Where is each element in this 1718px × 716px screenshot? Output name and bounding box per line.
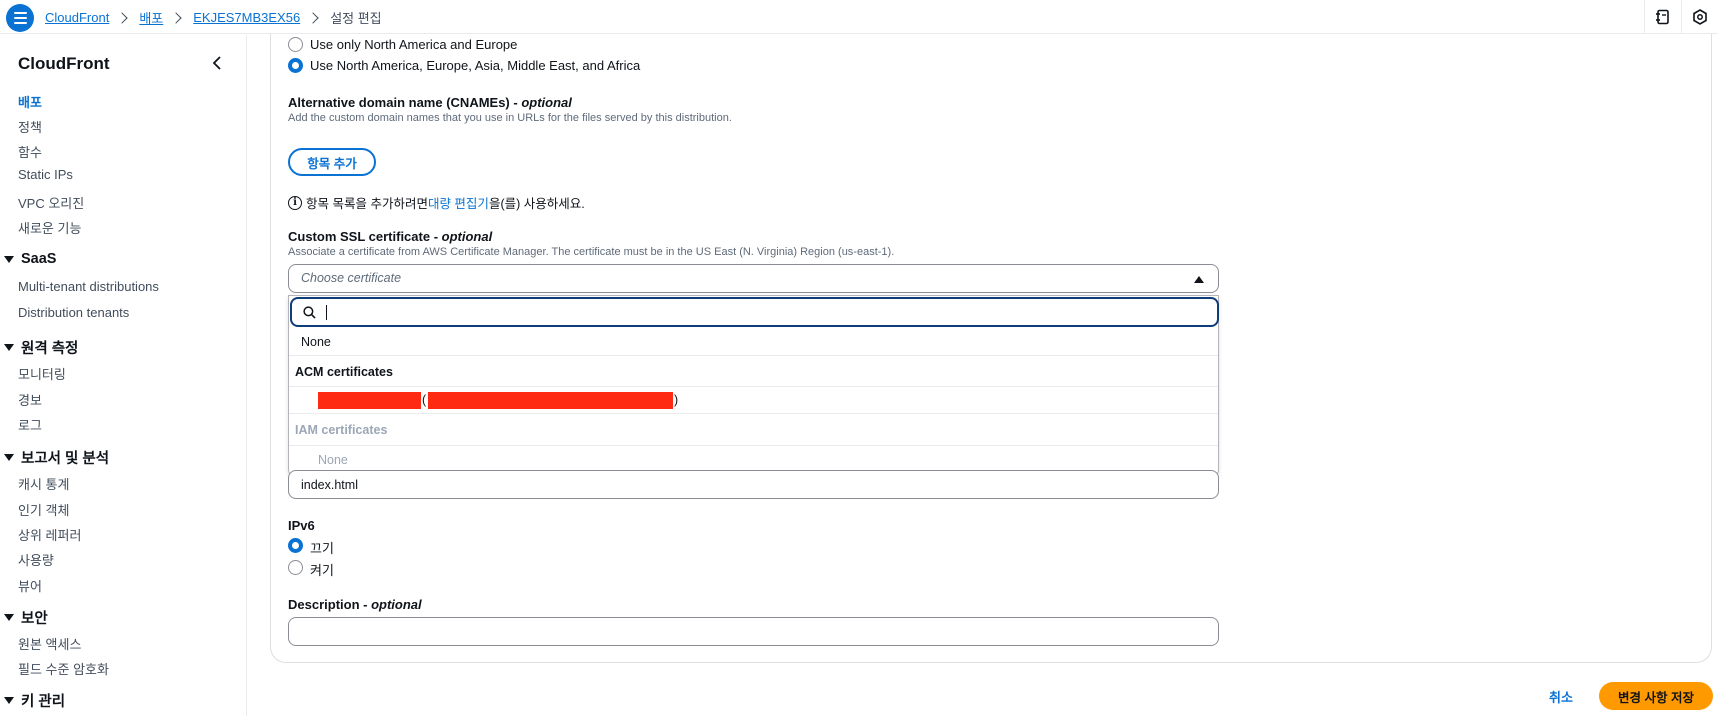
sidebar-item-origin-access[interactable]: 원본 액세스 — [18, 634, 81, 653]
description-input[interactable] — [288, 617, 1219, 646]
option-none[interactable]: None — [289, 329, 1218, 356]
ssl-description: Associate a certificate from AWS Certifi… — [288, 246, 895, 258]
caret-down-icon — [4, 614, 14, 621]
cname-label: Alternative domain name (CNAMEs) - optio… — [288, 95, 572, 110]
sidebar-item-usage[interactable]: 사용량 — [18, 550, 54, 569]
price-class-radio-extended[interactable] — [288, 58, 303, 73]
caret-down-icon — [4, 255, 14, 263]
ssl-certificate-dropdown: None ACM certificates ( ) IAM certificat… — [288, 295, 1219, 476]
caret-down-icon — [4, 454, 14, 461]
top-toolbar-icons — [1644, 0, 1718, 34]
ssl-label: Custom SSL certificate - optional — [288, 229, 493, 244]
sidebar-item-monitoring[interactable]: 모니터링 — [18, 364, 66, 383]
sidebar-item-static-ips[interactable]: Static IPs — [18, 167, 73, 182]
ipv6-off-radio[interactable] — [288, 538, 303, 553]
sidebar-item-vpc-origins[interactable]: VPC 오리진 — [18, 193, 84, 212]
breadcrumb-distributions[interactable]: 배포 — [139, 8, 163, 27]
ipv6-on-radio[interactable] — [288, 560, 303, 575]
ssl-certificate-select[interactable]: Choose certificate — [288, 264, 1219, 293]
chevron-right-icon — [116, 11, 128, 24]
sidebar-item-distributions[interactable]: 배포 — [18, 92, 42, 111]
sidebar-item-multi-tenant[interactable]: Multi-tenant distributions — [18, 279, 159, 294]
save-changes-button[interactable]: 변경 사항 저장 — [1599, 682, 1713, 710]
sidebar-item-field-level-encryption[interactable]: 필드 수준 암호화 — [18, 659, 109, 678]
caret-down-icon — [4, 344, 14, 351]
price-class-radio-na-europe[interactable] — [288, 37, 303, 52]
collapse-sidebar-icon[interactable] — [210, 55, 226, 71]
menu-icon[interactable] — [6, 4, 34, 32]
sidebar-item-popular-objects[interactable]: 인기 객체 — [18, 500, 69, 519]
sidebar-section-saas[interactable]: SaaS — [4, 251, 56, 267]
default-root-object-input[interactable]: index.html — [288, 470, 1219, 499]
sidebar-item-functions[interactable]: 함수 — [18, 142, 42, 161]
top-navigation-bar: CloudFront 배포 EKJES7MB3EX56 설정 편집 — [0, 0, 1718, 34]
price-class-label-na-europe: Use only North America and Europe — [310, 37, 518, 52]
ipv6-label: IPv6 — [288, 518, 315, 533]
certificate-search-input[interactable] — [290, 297, 1219, 327]
sidebar: CloudFront 배포 정책 함수 Static IPs VPC 오리진 새… — [0, 35, 247, 716]
sidebar-item-policies[interactable]: 정책 — [18, 117, 42, 136]
ipv6-on-label: 켜기 — [310, 563, 334, 578]
price-class-label-extended: Use North America, Europe, Asia, Middle … — [310, 58, 641, 73]
sidebar-item-top-referrers[interactable]: 상위 레퍼러 — [18, 525, 81, 544]
bulk-editor-info: i 항목 목록을 추가하려면 대량 편집기 을(를) 사용하세요. — [288, 193, 585, 212]
sidebar-item-viewers[interactable]: 뷰어 — [18, 576, 42, 595]
chevron-right-icon — [170, 11, 182, 24]
breadcrumb-distribution-id[interactable]: EKJES7MB3EX56 — [193, 10, 300, 25]
sidebar-title: CloudFront — [18, 54, 110, 73]
redacted-certificate-name — [318, 392, 421, 409]
bulk-editor-link[interactable]: 대량 편집기 — [428, 193, 489, 212]
search-icon — [303, 306, 316, 319]
option-acm-certificate[interactable]: ( ) — [289, 387, 1218, 414]
settings-hex-icon[interactable] — [1682, 0, 1718, 34]
sidebar-item-tenants[interactable]: Distribution tenants — [18, 305, 129, 320]
group-iam-certificates: IAM certificates — [289, 414, 1218, 446]
sidebar-item-whats-new[interactable]: 새로운 기능 — [18, 218, 81, 237]
chevron-right-icon — [307, 11, 319, 24]
sidebar-item-logs[interactable]: 로그 — [18, 415, 42, 434]
caret-down-icon — [4, 697, 14, 704]
redacted-certificate-id — [428, 392, 673, 409]
breadcrumb: CloudFront 배포 EKJES7MB3EX56 설정 편집 — [45, 8, 382, 27]
description-label: Description - optional — [288, 597, 422, 612]
cname-description: Add the custom domain names that you use… — [288, 112, 732, 124]
sidebar-section-security[interactable]: 보안 — [4, 607, 48, 628]
text-cursor — [326, 305, 327, 320]
breadcrumb-cloudfront[interactable]: CloudFront — [45, 10, 109, 25]
breadcrumb-current: 설정 편집 — [330, 11, 382, 26]
add-item-button[interactable]: 항목 추가 — [288, 148, 376, 176]
group-acm-certificates: ACM certificates — [289, 356, 1218, 387]
sidebar-section-telemetry[interactable]: 원격 측정 — [4, 337, 78, 358]
ipv6-off-label: 끄기 — [310, 541, 334, 556]
notes-icon[interactable] — [1645, 0, 1681, 34]
cancel-button[interactable]: 취소 — [1549, 687, 1573, 706]
sidebar-section-reports[interactable]: 보고서 및 분석 — [4, 447, 109, 468]
ssl-select-placeholder: Choose certificate — [301, 271, 402, 285]
sidebar-item-alarms[interactable]: 경보 — [18, 390, 42, 409]
caret-up-icon — [1194, 276, 1204, 283]
sidebar-section-key-management[interactable]: 키 관리 — [4, 690, 65, 711]
info-icon: i — [288, 195, 302, 210]
sidebar-item-cache-stats[interactable]: 캐시 통계 — [18, 474, 69, 493]
